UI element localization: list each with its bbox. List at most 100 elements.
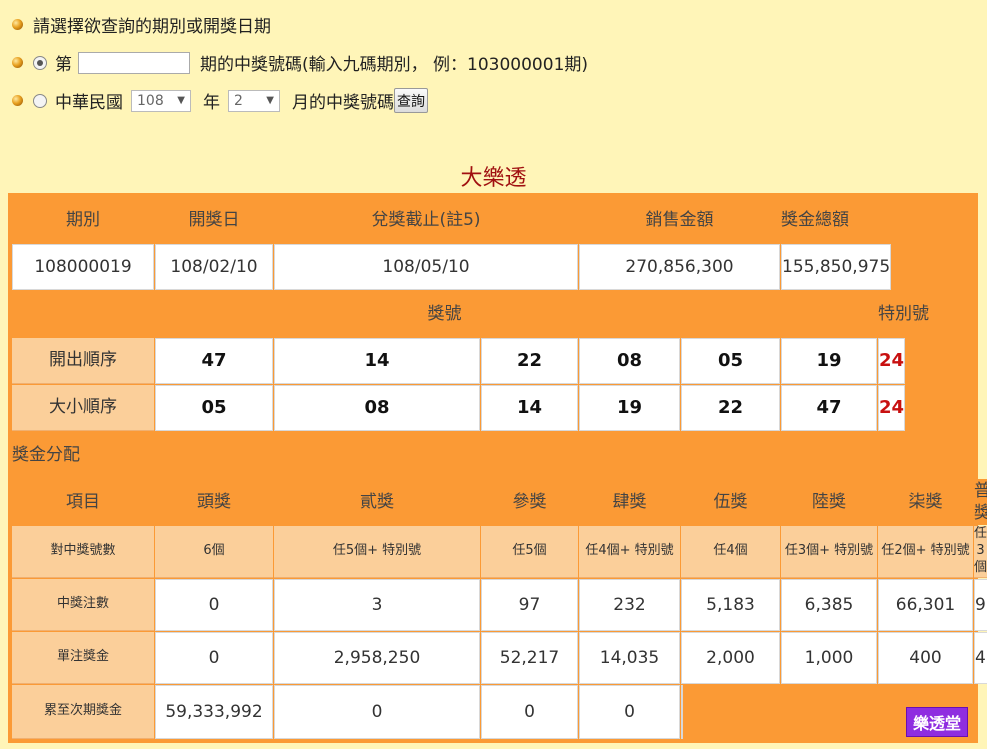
size-number: 22 bbox=[681, 385, 780, 431]
jackpot-label: 累至次 期獎金 bbox=[12, 685, 154, 739]
prize-name: 伍獎 bbox=[681, 479, 780, 525]
winners-count: 5,183 bbox=[681, 579, 780, 631]
match-condition-line: 任3個 bbox=[784, 543, 820, 559]
amount-label-line: 單注 bbox=[56, 649, 83, 665]
summary-value: 270,856,300 bbox=[579, 244, 780, 290]
match-label-line: 獎號數 bbox=[76, 543, 116, 559]
size-order-label: 大小順序 bbox=[12, 385, 154, 431]
period-input[interactable] bbox=[78, 51, 190, 74]
date-radio[interactable] bbox=[33, 93, 47, 108]
match-condition-line: + 特別號 bbox=[819, 543, 874, 559]
match-condition-line: 6個 bbox=[203, 543, 225, 559]
year-select[interactable]: 108 ▼ bbox=[131, 89, 191, 112]
game-title: 大樂透 bbox=[460, 166, 527, 191]
prize-amount: 400 bbox=[878, 632, 973, 684]
match-condition: 任4個 + 特別號 bbox=[579, 526, 680, 578]
prize-amount: 14,035 bbox=[579, 632, 680, 684]
prize-amount: 400 bbox=[974, 632, 987, 684]
period-prefix: 第 bbox=[55, 55, 72, 75]
winners-count: 232 bbox=[579, 579, 680, 631]
bullet-icon bbox=[12, 19, 23, 30]
date-row: 中華民國 108 ▼ 年 2 ▼ 月的中獎號碼 查詢 bbox=[12, 88, 428, 113]
summary-value: 108000019 bbox=[12, 244, 154, 290]
summary-header: 開獎日 bbox=[155, 197, 273, 243]
query-button[interactable]: 查詢 bbox=[394, 88, 428, 113]
prize-name: 貳獎 bbox=[274, 479, 480, 525]
match-condition-line: 任3個 bbox=[974, 526, 987, 575]
summary-value: 155,850,975 bbox=[781, 244, 892, 290]
prize-name: 參獎 bbox=[481, 479, 578, 525]
amount-label: 單注 獎金 bbox=[12, 632, 154, 684]
dropdown-arrow-icon: ▼ bbox=[177, 95, 185, 106]
size-number: 47 bbox=[781, 385, 877, 431]
draw-number: 19 bbox=[781, 338, 877, 384]
prize-amount: 52,217 bbox=[481, 632, 578, 684]
prize-item-label: 項目 bbox=[12, 479, 154, 525]
winners-count: 66,301 bbox=[878, 579, 973, 631]
prize-name: 陸獎 bbox=[781, 479, 877, 525]
summary-value: 108/02/10 bbox=[155, 244, 273, 290]
month-value: 2 bbox=[234, 92, 243, 109]
summary-header: 期別 bbox=[12, 197, 154, 243]
size-number: 19 bbox=[579, 385, 680, 431]
prize-name: 頭獎 bbox=[155, 479, 273, 525]
month-select[interactable]: 2 ▼ bbox=[228, 89, 280, 112]
summary-header: 獎金總額 bbox=[781, 197, 849, 243]
instruction-row: 請選擇欲查詢的期別或開獎日期 bbox=[12, 12, 271, 37]
prize-amount: 2,958,250 bbox=[274, 632, 480, 684]
match-condition: 6個 bbox=[155, 526, 273, 578]
size-number: 14 bbox=[481, 385, 578, 431]
winners-count: 90,124 bbox=[974, 579, 987, 631]
summary-header: 銷售金額 bbox=[579, 197, 780, 243]
winners-count: 0 bbox=[155, 579, 273, 631]
prize-name: 柒獎 bbox=[878, 479, 973, 525]
month-suffix: 月的中獎號碼 bbox=[292, 93, 394, 113]
winners-label: 中獎 注數 bbox=[12, 579, 154, 631]
numbers-header: 獎號 bbox=[12, 291, 877, 337]
special-number-header: 特別號 bbox=[878, 291, 929, 337]
jackpot-label-line: 期獎金 bbox=[83, 703, 123, 719]
prize-amount: 2,000 bbox=[681, 632, 780, 684]
winners-count: 97 bbox=[481, 579, 578, 631]
match-condition-line: 任4個 bbox=[713, 543, 748, 559]
site-badge[interactable]: 樂透堂 bbox=[905, 707, 968, 737]
jackpot-amount: 0 bbox=[481, 685, 578, 739]
match-condition-line: 任4個 bbox=[585, 543, 620, 559]
prize-section-title: 獎金分配 bbox=[12, 432, 80, 478]
draw-number: 47 bbox=[155, 338, 273, 384]
match-condition: 任3個 bbox=[974, 526, 987, 578]
match-condition-line: + 特別號 bbox=[915, 543, 970, 559]
match-condition-line: + 特別號 bbox=[619, 543, 674, 559]
summary-header: 兌獎截止(註5) bbox=[274, 197, 578, 243]
draw-number: 08 bbox=[579, 338, 680, 384]
prize-amount: 1,000 bbox=[781, 632, 877, 684]
period-radio[interactable] bbox=[33, 55, 47, 70]
match-label: 對中 獎號數 bbox=[12, 526, 154, 578]
jackpot-amount: 59,333,992 bbox=[155, 685, 273, 739]
match-condition: 任2個 + 特別號 bbox=[878, 526, 973, 578]
size-number: 05 bbox=[155, 385, 273, 431]
match-label-line: 對中 bbox=[50, 543, 77, 559]
prize-name: 肆獎 bbox=[579, 479, 680, 525]
match-condition-line: 任5個 bbox=[512, 543, 547, 559]
year-value: 108 bbox=[137, 92, 164, 109]
match-condition-line: 任5個 bbox=[332, 543, 368, 559]
match-condition: 任5個 bbox=[481, 526, 578, 578]
draw-number: 14 bbox=[274, 338, 480, 384]
prize-name: 普獎 bbox=[974, 479, 987, 525]
winners-label-line: 中獎 bbox=[56, 596, 83, 612]
period-suffix: 期的中獎號碼(輸入九碼期別， 例：103000001期) bbox=[200, 55, 589, 75]
winners-count: 3 bbox=[274, 579, 480, 631]
year-label: 年 bbox=[203, 93, 220, 113]
dropdown-arrow-icon: ▼ bbox=[266, 95, 274, 106]
jackpot-label-line: 累至次 bbox=[43, 703, 83, 719]
draw-number: 22 bbox=[481, 338, 578, 384]
match-condition-line: + 特別號 bbox=[367, 543, 422, 559]
bullet-icon bbox=[12, 57, 23, 68]
results-table: 期別 開獎日 兌獎截止(註5) 銷售金額 獎金總額 108000019 108/02/10 1… bbox=[8, 193, 987, 743]
match-condition: 任4個 bbox=[681, 526, 780, 578]
jackpot-amount: 0 bbox=[579, 685, 680, 739]
winners-count: 6,385 bbox=[781, 579, 877, 631]
summary-value: 108/05/10 bbox=[274, 244, 578, 290]
winners-label-line: 注數 bbox=[83, 596, 110, 612]
